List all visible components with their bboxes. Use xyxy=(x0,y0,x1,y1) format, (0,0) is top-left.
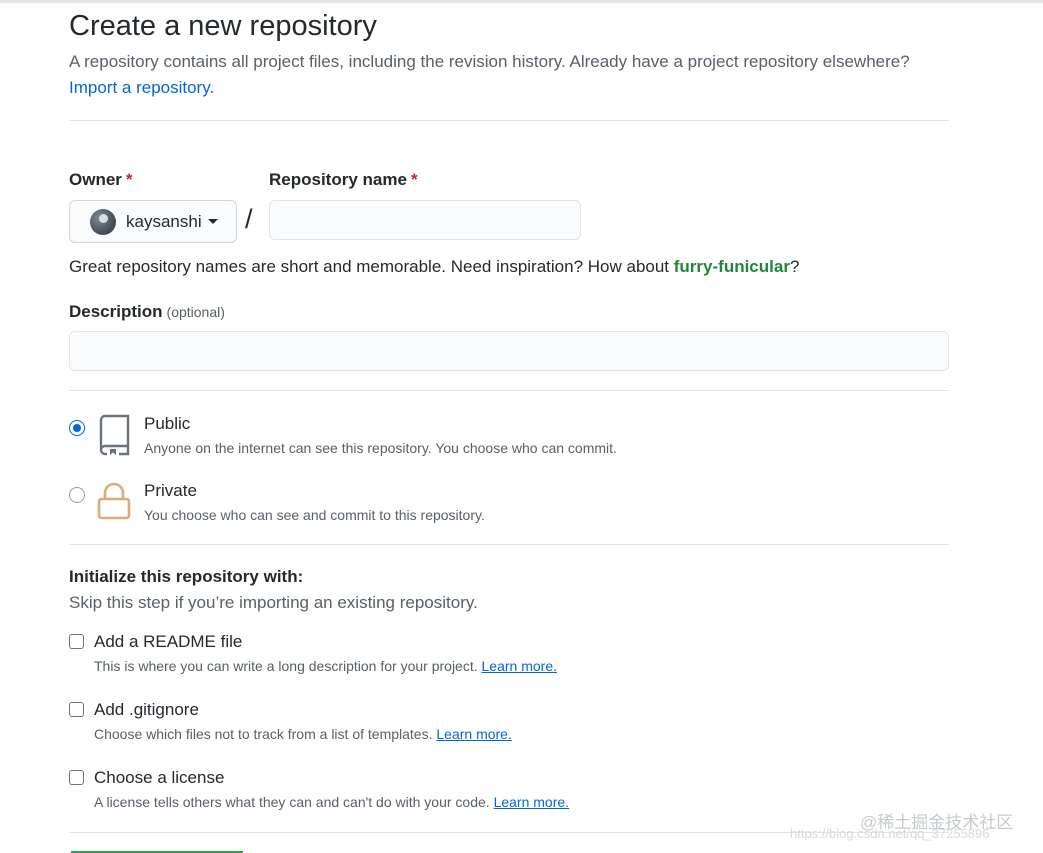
description-input[interactable] xyxy=(69,331,949,371)
readme-checkbox[interactable] xyxy=(69,634,84,649)
public-radio[interactable] xyxy=(69,420,85,436)
license-title: Choose a license xyxy=(94,768,225,787)
description-label: Description (optional) xyxy=(69,302,225,321)
name-suggestion-hint: Great repository names are short and mem… xyxy=(69,257,800,276)
required-mark: * xyxy=(410,170,418,189)
top-border xyxy=(0,0,1043,3)
private-title: Private xyxy=(144,481,197,500)
owner-name: kaysanshi xyxy=(126,211,202,231)
optional-tag: (optional) xyxy=(166,304,225,320)
private-radio[interactable] xyxy=(69,487,85,503)
gitignore-learn-more-link[interactable]: Learn more. xyxy=(436,726,511,742)
divider xyxy=(69,120,949,121)
lock-icon xyxy=(97,482,131,520)
watermark-url: https://blog.csdn.net/qq_37255896 xyxy=(790,826,990,841)
readme-learn-more-link[interactable]: Learn more. xyxy=(482,658,557,674)
required-mark: * xyxy=(125,170,133,189)
public-description: Anyone on the internet can see this repo… xyxy=(144,440,617,456)
license-description: A license tells others what they can and… xyxy=(94,794,570,810)
owner-label: Owner * xyxy=(69,170,133,189)
private-description: You choose who can see and commit to thi… xyxy=(144,507,485,523)
repository-name-input[interactable] xyxy=(269,200,581,240)
owner-repo-separator: / xyxy=(245,204,253,234)
avatar xyxy=(90,208,116,235)
initialize-subtitle: Skip this step if you’re importing an ex… xyxy=(69,593,478,612)
public-title: Public xyxy=(144,414,191,433)
suggested-name[interactable]: furry-funicular xyxy=(674,257,790,276)
gitignore-title: Add .gitignore xyxy=(94,700,199,719)
owner-select-button[interactable]: kaysanshi xyxy=(69,200,237,243)
readme-title: Add a README file xyxy=(94,632,243,651)
license-checkbox[interactable] xyxy=(69,770,84,785)
initialize-title: Initialize this repository with: xyxy=(69,567,304,586)
readme-description: This is where you can write a long descr… xyxy=(94,658,557,674)
page-subtitle: A repository contains all project files,… xyxy=(69,52,910,71)
page-title: Create a new repository xyxy=(69,10,377,42)
repository-name-label: Repository name * xyxy=(269,170,418,189)
caret-down-icon xyxy=(207,219,218,224)
divider xyxy=(69,544,949,545)
gitignore-checkbox[interactable] xyxy=(69,702,84,717)
license-learn-more-link[interactable]: Learn more. xyxy=(494,794,569,810)
import-repository-link[interactable]: Import a repository. xyxy=(69,78,214,98)
repo-icon xyxy=(99,414,130,456)
divider xyxy=(69,390,949,391)
gitignore-description: Choose which files not to track from a l… xyxy=(94,726,512,742)
